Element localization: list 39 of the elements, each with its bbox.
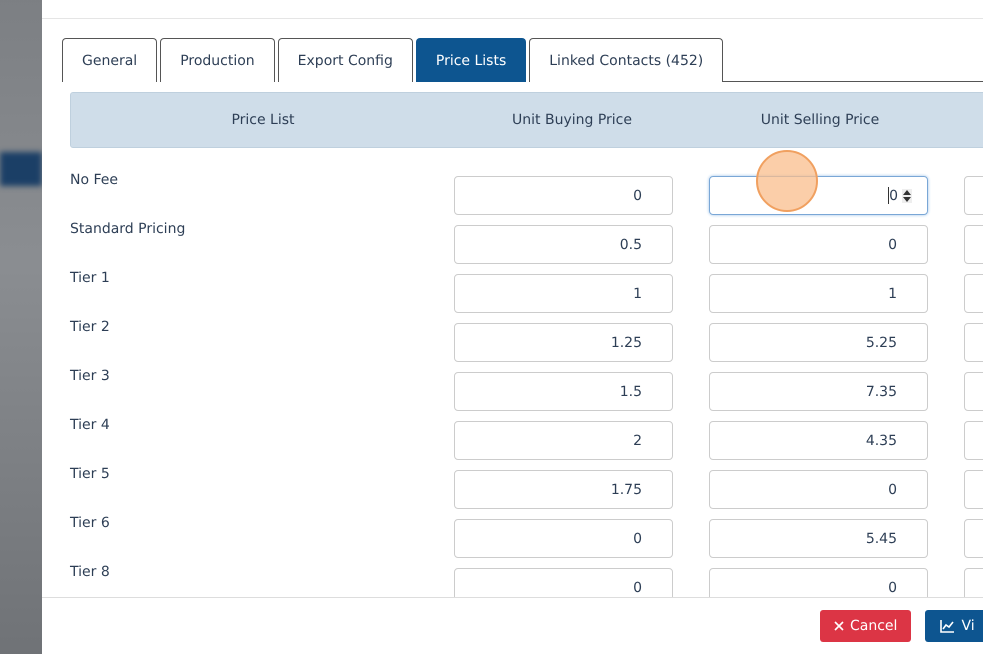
tab[interactable]: Linked Contacts (452) (529, 38, 724, 82)
input-field[interactable]: 1.25 (454, 323, 673, 362)
price-list-name: No Fee (70, 171, 120, 188)
cancel-button[interactable]: Cancel (820, 610, 912, 642)
input-field[interactable]: 1.75 (454, 470, 673, 509)
price-list-name: Tier 3 (70, 367, 111, 384)
input-field[interactable]: 2 (454, 421, 673, 460)
input-field[interactable]: 0 (709, 568, 928, 597)
tab[interactable]: Export Config (278, 38, 413, 82)
close-icon (834, 621, 844, 631)
column-header: Price List (230, 112, 296, 128)
price-list-name: Tier 2 (70, 318, 111, 335)
input-field[interactable]: 0.5 (454, 225, 673, 264)
tab[interactable]: Production (160, 38, 275, 82)
input-field[interactable]: 0 (709, 225, 928, 264)
input-field[interactable]: 5.45 (709, 519, 928, 558)
input-field[interactable]: 0 (709, 470, 928, 509)
input-field[interactable]: 1 (709, 274, 928, 313)
view-button[interactable]: Vi (925, 610, 983, 642)
tab[interactable]: General (62, 38, 158, 82)
input-field[interactable]: 0 (454, 568, 673, 597)
input-field[interactable]: 0 (454, 519, 673, 558)
price-list-name: Standard Pricing (70, 220, 186, 237)
input-field[interactable]: 4.35 (709, 421, 928, 460)
input-field[interactable]: 1 (454, 274, 673, 313)
spinner-icon[interactable] (902, 188, 912, 202)
input-field[interactable]: 5.25 (709, 323, 928, 362)
price-list-name: Tier 5 (70, 465, 111, 482)
price-list-name: Tier 8 (70, 563, 111, 580)
column-header: Unit Buying Price (511, 112, 633, 128)
chart-icon (939, 618, 956, 634)
column-header: Unit Selling Price (760, 112, 880, 128)
tab[interactable]: Price Lists (416, 38, 526, 82)
input-field[interactable]: 0 (454, 176, 673, 215)
price-list-name: Tier 4 (70, 416, 111, 433)
input-field[interactable]: 7.35 (709, 372, 928, 411)
price-list-name: Tier 6 (70, 514, 111, 531)
input-field[interactable]: 1.5 (454, 372, 673, 411)
price-list-name: Tier 1 (70, 269, 111, 286)
